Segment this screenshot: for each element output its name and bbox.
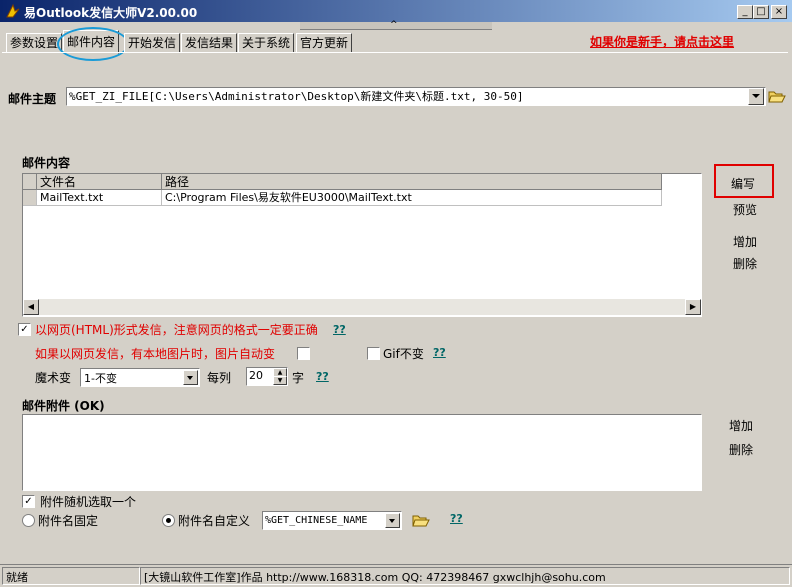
title-bar: 易Outlook发信大师V2.00.00 _ □ ×	[0, 0, 792, 22]
chevron-down-icon	[389, 519, 395, 523]
scroll-right-button[interactable]: ▶	[685, 299, 701, 315]
subject-dropdown-button[interactable]	[748, 88, 764, 105]
status-panel: 就绪	[2, 567, 140, 585]
status-bar: 就绪 [大镜山软件工作室]作品 http://www.168318.com QQ…	[0, 564, 792, 587]
column-header-filename[interactable]: 文件名	[37, 174, 162, 190]
custom-name-radio[interactable]	[162, 514, 175, 527]
maximize-button[interactable]: □	[753, 5, 769, 19]
magic-select-value: 1-不变	[84, 372, 117, 385]
table-cell-path[interactable]: C:\Program Files\易友软件EU3000\MailText.txt	[162, 190, 662, 206]
custom-name-help-link[interactable]: ??	[450, 512, 463, 525]
credit-text: [大镜山软件工作室]作品 http://www.168318.com QQ: 4…	[144, 571, 606, 584]
gif-keep-checkbox[interactable]	[367, 347, 380, 360]
newbie-link[interactable]: 如果你是新手，请点击这里	[590, 33, 734, 50]
subject-label: 邮件主题	[8, 92, 57, 106]
gif-help-link[interactable]: ??	[433, 346, 446, 359]
tab-official-update[interactable]: 官方更新	[296, 33, 353, 53]
custom-name-dropdown-button[interactable]	[385, 513, 400, 528]
attachment-list[interactable]	[22, 414, 702, 491]
html-mode-label: 以网页(HTML)形式发信，注意网页的格式一定要正确	[35, 323, 318, 337]
tab-send-result[interactable]: 发信结果	[181, 33, 238, 53]
credit-panel: [大镜山软件工作室]作品 http://www.168318.com QQ: 4…	[140, 567, 790, 585]
chevron-down-icon	[752, 94, 760, 98]
scroll-left-button[interactable]: ◀	[23, 299, 39, 315]
table-cell-filename[interactable]: MailText.txt	[37, 190, 162, 206]
spinner-down-button[interactable]: ▼	[273, 376, 287, 385]
random-pick-checkbox[interactable]: ✓	[22, 495, 35, 508]
per-column-unit: 字	[292, 371, 305, 385]
edit-button[interactable]: 编写	[731, 175, 755, 192]
attachment-delete-button[interactable]: 删除	[729, 441, 753, 458]
close-button[interactable]: ×	[771, 5, 787, 19]
column-header-path[interactable]: 路径	[162, 174, 662, 190]
subject-value: %GET_ZI_FILE[C:\Users\Administrator\Desk…	[69, 90, 524, 103]
horizontal-scrollbar[interactable]: ◀ ▶	[23, 299, 701, 315]
local-image-label: 如果以网页发信，有本地图片时，图片自动变	[35, 347, 276, 361]
gif-keep-label: Gif不变	[383, 347, 424, 361]
custom-name-value: %GET_CHINESE_NAME	[265, 515, 368, 526]
grid-row-indicator-header	[23, 174, 37, 190]
fixed-name-label: 附件名固定	[38, 514, 99, 528]
radio-dot-icon	[166, 518, 171, 523]
per-column-spinner[interactable]: 20 ▲ ▼	[246, 367, 288, 386]
attachment-label: 邮件附件 (OK)	[22, 399, 105, 413]
attachment-add-button[interactable]: 增加	[729, 417, 753, 434]
content-add-button[interactable]: 增加	[733, 233, 757, 250]
app-icon	[5, 3, 21, 19]
html-mode-checkbox[interactable]: ✓	[18, 323, 31, 336]
folder-open-icon[interactable]	[412, 512, 430, 528]
minimize-button[interactable]: _	[737, 5, 753, 19]
folder-open-icon[interactable]	[768, 88, 786, 104]
magic-select[interactable]: 1-不变	[80, 368, 200, 387]
chevron-down-icon	[187, 376, 193, 380]
random-pick-label: 附件随机选取一个	[40, 495, 137, 509]
subject-input[interactable]: %GET_ZI_FILE[C:\Users\Administrator\Desk…	[66, 87, 766, 106]
grid-row-indicator	[23, 190, 37, 206]
per-column-value: 20	[249, 369, 263, 382]
magic-label: 魔术变	[35, 371, 72, 385]
fixed-name-radio[interactable]	[22, 514, 35, 527]
local-image-checkbox[interactable]	[297, 347, 310, 360]
content-delete-button[interactable]: 删除	[733, 255, 757, 272]
custom-name-label: 附件名自定义	[178, 514, 251, 528]
magic-help-link[interactable]: ??	[316, 370, 329, 383]
status-text: 就绪	[6, 571, 28, 584]
html-mode-help-link[interactable]: ??	[333, 323, 346, 336]
content-grid[interactable]: 文件名 路径 MailText.txt C:\Program Files\易友软…	[22, 173, 702, 317]
preview-button[interactable]: 预览	[733, 201, 757, 218]
collapse-arrow-icon: ^	[390, 20, 398, 30]
splitter-handle[interactable]: ^	[300, 20, 492, 30]
custom-name-select[interactable]: %GET_CHINESE_NAME	[262, 511, 402, 530]
magic-dropdown-button[interactable]	[183, 370, 198, 385]
tab-about[interactable]: 关于系统	[238, 33, 295, 53]
window-title: 易Outlook发信大师V2.00.00	[24, 6, 198, 20]
content-label: 邮件内容	[22, 156, 71, 170]
tab-params[interactable]: 参数设置	[6, 33, 63, 53]
tab-start-send[interactable]: 开始发信	[124, 33, 181, 53]
per-column-label: 每列	[207, 371, 232, 385]
